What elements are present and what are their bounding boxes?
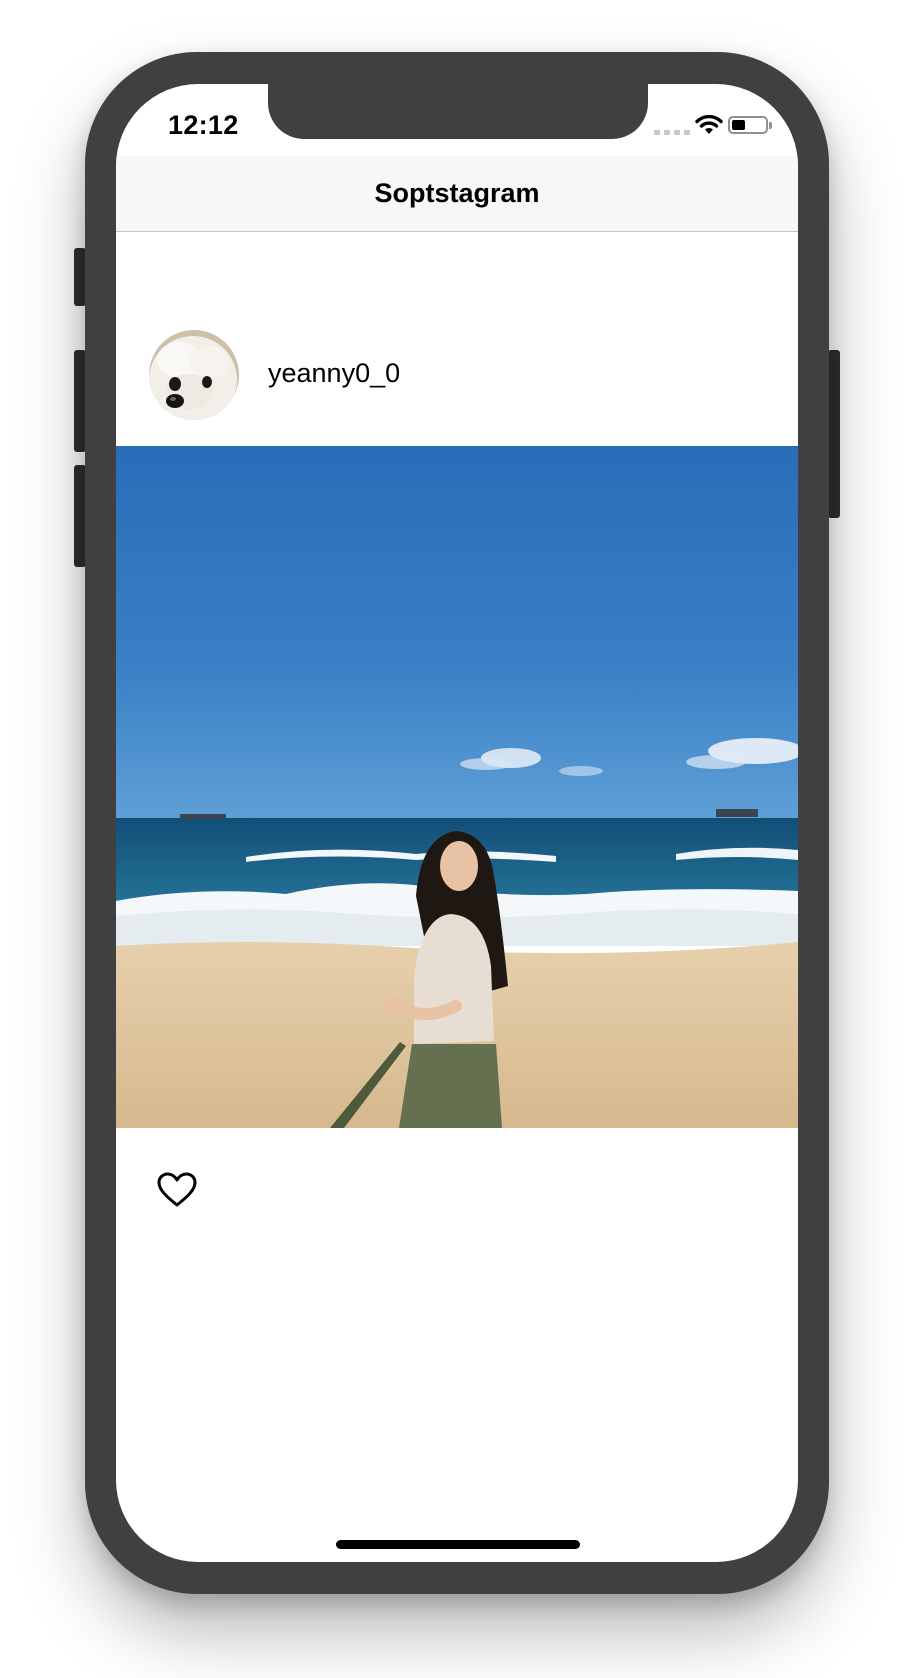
heart-outline-icon[interactable]	[157, 1172, 197, 1208]
phone-screen: 12:12 Soptstagram yeanny0_0	[116, 84, 798, 1562]
power-button	[828, 350, 840, 518]
nav-title: Soptstagram	[374, 178, 540, 208]
beach-photo-image	[116, 446, 798, 1128]
post-username[interactable]: yeanny0_0	[268, 358, 400, 389]
navigation-bar: Soptstagram	[116, 156, 798, 232]
avatar[interactable]	[149, 330, 239, 420]
post-photo[interactable]	[116, 446, 798, 1128]
battery-tip	[769, 122, 772, 129]
home-indicator[interactable]	[336, 1540, 580, 1549]
cellular-signal-icon	[654, 130, 690, 135]
battery-level	[732, 120, 745, 130]
status-time: 12:12	[168, 110, 239, 140]
battery-icon	[728, 116, 768, 134]
notch	[268, 84, 648, 139]
white-dog-avatar-icon	[149, 330, 239, 420]
app-root: 12:12 Soptstagram yeanny0_0	[0, 0, 914, 1678]
wifi-icon	[695, 114, 723, 134]
